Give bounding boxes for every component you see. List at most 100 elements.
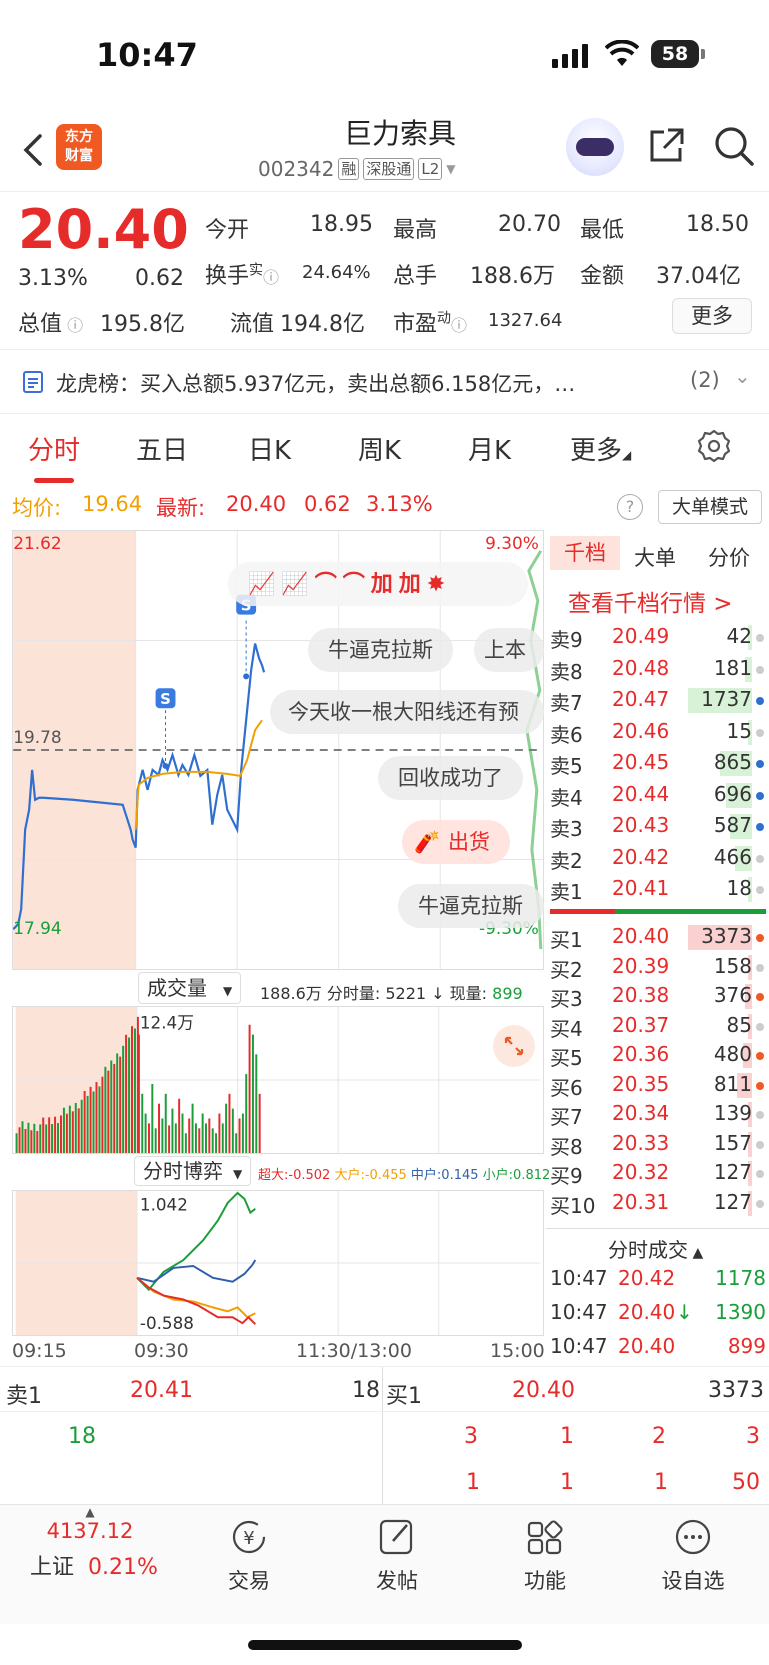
- assistant-avatar[interactable]: [566, 118, 624, 176]
- tab-post[interactable]: 发帖: [342, 1517, 452, 1595]
- trade-arrow: ↓: [676, 1300, 693, 1324]
- bid-row[interactable]: 买2 20.39 158: [550, 952, 766, 983]
- ask-row[interactable]: 卖8 20.48 181: [550, 654, 766, 685]
- status-bar: 10:47 58: [0, 0, 769, 110]
- mktcap-value: 195.8亿: [100, 312, 185, 337]
- volume-bar: [18, 1127, 21, 1153]
- danmu-6[interactable]: 牛逼克拉斯: [398, 884, 544, 928]
- ask-row[interactable]: 卖4 20.44 696: [550, 780, 766, 811]
- ask-row[interactable]: 卖7 20.47 1737: [550, 685, 766, 716]
- ask-vol: 1737: [701, 687, 752, 711]
- index-widget[interactable]: ▲ 4137.12 上证 0.21%: [30, 1505, 158, 1581]
- capital-game-chart: 1.042 -0.588: [12, 1190, 544, 1336]
- lhb-banner[interactable]: 龙虎榜：买入总额5.937亿元，卖出总额6.158亿元，… (2) ⌄: [0, 350, 769, 414]
- tab-five-day[interactable]: 五日: [136, 430, 188, 467]
- tab-price-dist[interactable]: 分价: [708, 542, 750, 572]
- volume-bar: [33, 1123, 36, 1153]
- big-order-mode-button[interactable]: 大单模式: [658, 490, 762, 524]
- ask-row[interactable]: 卖5 20.45 865: [550, 748, 766, 779]
- stock-code-row[interactable]: 002342 融 深股通 L2 ▼: [258, 157, 456, 181]
- danmu-4[interactable]: 回收成功了: [378, 756, 523, 800]
- ask-row[interactable]: 卖6 20.46 15: [550, 717, 766, 748]
- firecracker-icon: 🧨: [414, 830, 441, 854]
- volume-bar: [74, 1103, 77, 1153]
- low-label: 最低: [580, 218, 625, 243]
- search-icon[interactable]: [712, 124, 756, 168]
- bid-row[interactable]: 买1 20.40 3373: [550, 922, 766, 953]
- tab-thousand-levels[interactable]: 千档: [550, 536, 620, 570]
- tab-trade[interactable]: ¥ 交易: [194, 1517, 304, 1595]
- order-dot: [756, 823, 764, 831]
- queue-bid-order: 3: [464, 1424, 478, 1449]
- expand-icon[interactable]: [492, 1024, 536, 1068]
- trade-time: 10:47: [550, 1300, 608, 1324]
- settings-icon[interactable]: [696, 428, 732, 464]
- bid-label: 买7: [550, 1105, 583, 1129]
- tab-monthly-k[interactable]: 月K: [468, 430, 511, 467]
- trade-vol: 899: [727, 1334, 766, 1358]
- volume-bar: [225, 1103, 228, 1153]
- bid-vol: 127: [713, 1160, 752, 1184]
- ask-label: 卖1: [550, 880, 583, 904]
- ask-row[interactable]: 卖3 20.43 587: [550, 811, 766, 842]
- bid-row[interactable]: 买4 20.37 85: [550, 1011, 766, 1042]
- chart-tabs: 分时 五日 日K 周K 月K 更多◢: [0, 414, 769, 483]
- status-time: 10:47: [96, 36, 198, 74]
- more-button[interactable]: 更多: [672, 298, 752, 334]
- bid-row[interactable]: 买9 20.32 127: [550, 1158, 766, 1189]
- index-pct: 0.21%: [88, 1555, 158, 1580]
- bid-row[interactable]: 买8 20.33 157: [550, 1129, 766, 1160]
- game-dropdown[interactable]: 分时博弈 ▼: [134, 1156, 252, 1186]
- help-icon[interactable]: ?: [617, 494, 643, 520]
- volume-bar: [198, 1128, 201, 1153]
- avg-value: 19.64: [82, 492, 143, 516]
- tab-more[interactable]: 更多◢: [570, 430, 631, 467]
- ask-vol: 15: [726, 718, 752, 743]
- bid-price: 20.32: [612, 1160, 670, 1184]
- volume-bar: [21, 1121, 24, 1153]
- danmu-3[interactable]: 今天收一根大阳线还有预: [270, 690, 544, 734]
- volume-bar: [228, 1093, 231, 1153]
- volume-bar: [161, 1118, 164, 1153]
- volume-bar: [184, 1133, 187, 1153]
- trades-title[interactable]: 分时成交 ▲: [608, 1234, 703, 1263]
- volume-dropdown[interactable]: 成交量 ▼: [138, 972, 242, 1004]
- tab-functions[interactable]: 功能: [490, 1517, 600, 1595]
- bid-row[interactable]: 买6 20.35 811: [550, 1070, 766, 1101]
- back-icon[interactable]: [18, 130, 48, 170]
- danmu-1[interactable]: 牛逼克拉斯: [308, 628, 453, 672]
- bid-ask-ratio-bar: [550, 909, 766, 914]
- volume-bar: [174, 1123, 177, 1153]
- latest-pct: 3.13%: [366, 492, 433, 516]
- volume-bar: [208, 1118, 211, 1153]
- tab-watchlist[interactable]: 设自选: [638, 1517, 748, 1595]
- volume-bar: [191, 1103, 194, 1153]
- tab-weekly-k[interactable]: 周K: [358, 430, 401, 467]
- volume-bar: [107, 1070, 110, 1153]
- order-dot: [756, 1199, 764, 1208]
- ask-label: 卖4: [550, 785, 583, 810]
- turnover-value: 24.64%: [302, 262, 371, 283]
- tab-daily-k[interactable]: 日K: [248, 430, 291, 467]
- bid-row[interactable]: 买7 20.34 139: [550, 1099, 766, 1130]
- trade-price: 20.40: [618, 1300, 676, 1324]
- low-value: 18.50: [686, 212, 749, 237]
- tab-intraday[interactable]: 分时: [28, 430, 80, 483]
- tab-big-orders[interactable]: 大单: [634, 542, 676, 572]
- danmu-2[interactable]: 上本: [474, 628, 544, 672]
- ask-row[interactable]: 卖1 20.41 18: [550, 874, 766, 905]
- volume-bar: [255, 1054, 258, 1153]
- bid-row[interactable]: 买5 20.36 480: [550, 1040, 766, 1071]
- bid-row[interactable]: 买10 20.31 127: [550, 1188, 766, 1219]
- view-depth-link[interactable]: 查看千档行情 >: [568, 584, 733, 618]
- volume-bar: [110, 1060, 113, 1153]
- bid-row[interactable]: 买3 20.38 376: [550, 981, 766, 1012]
- order-dot: [756, 634, 764, 642]
- ask-row[interactable]: 卖9 20.49 42: [550, 622, 766, 653]
- volume-bar: [258, 1093, 261, 1153]
- danmu-5[interactable]: 🧨 出货: [402, 820, 510, 864]
- reaction-bar[interactable]: 📈📈⌒⌒加加✸: [228, 562, 528, 606]
- ask-row[interactable]: 卖2 20.42 466: [550, 843, 766, 874]
- share-icon[interactable]: [646, 126, 686, 166]
- ask-price: 20.48: [612, 655, 670, 680]
